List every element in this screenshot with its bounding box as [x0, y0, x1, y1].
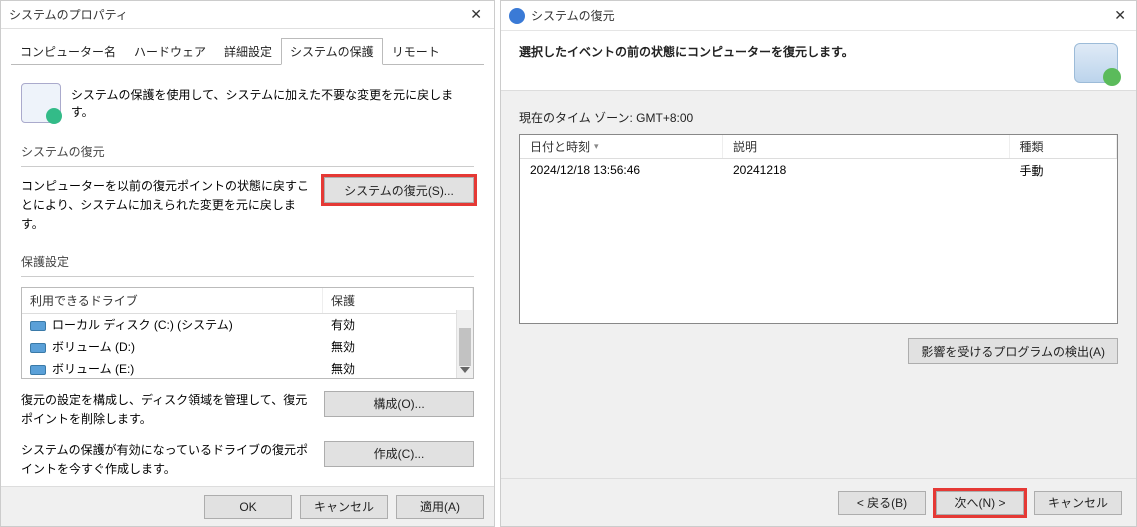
- drive-icon: [30, 343, 46, 353]
- wizard-header: 選択したイベントの前の状態にコンピューターを復元します。: [501, 31, 1136, 91]
- create-restore-point-button[interactable]: 作成(C)...: [324, 441, 474, 467]
- cancel-button[interactable]: キャンセル: [1034, 491, 1122, 515]
- scan-affected-programs-button[interactable]: 影響を受けるプログラムの検出(A): [908, 338, 1118, 364]
- tab-remote[interactable]: リモート: [383, 38, 449, 65]
- shield-drive-icon: [21, 83, 61, 123]
- col-header-type[interactable]: 種類: [1010, 135, 1117, 158]
- col-header-drive[interactable]: 利用できるドライブ: [22, 288, 323, 313]
- drive-status: 無効: [323, 336, 473, 357]
- tab-panel: システムの保護を使用して、システムに加えた不要な変更を元に戻します。 システムの…: [1, 65, 494, 507]
- back-button[interactable]: < 戻る(B): [838, 491, 926, 515]
- restore-icon: [1074, 43, 1118, 83]
- group-label-restore: システムの復元: [21, 143, 474, 160]
- group-label-protect: 保護設定: [21, 253, 474, 270]
- configure-button[interactable]: 構成(O)...: [324, 391, 474, 417]
- drives-header: 利用できるドライブ 保護: [22, 288, 473, 314]
- restore-points-list[interactable]: 日付と時刻▾ 説明 種類 2024/12/18 13:56:46 2024121…: [519, 134, 1118, 324]
- intro-row: システムの保護を使用して、システムに加えた不要な変更を元に戻します。: [21, 83, 474, 123]
- restore-row: コンピューターを以前の復元ポイントの状態に戻すことにより、システムに加えられた変…: [21, 177, 474, 235]
- restore-point-row[interactable]: 2024/12/18 13:56:46 20241218 手動: [520, 159, 1117, 181]
- drive-icon: [30, 365, 46, 375]
- drive-name: ローカル ディスク (C:) (システム): [22, 314, 323, 335]
- tab-computer-name[interactable]: コンピューター名: [11, 38, 125, 65]
- wizard-body: 現在のタイム ゾーン: GMT+8:00 日付と時刻▾ 説明 種類 2024/1…: [501, 91, 1136, 478]
- drive-name: ボリューム (D:): [22, 336, 323, 357]
- window-title-left: システムのプロパティ: [9, 6, 466, 23]
- apply-button[interactable]: 適用(A): [396, 495, 484, 519]
- create-text: システムの保護が有効になっているドライブの復元ポイントを今すぐ作成します。: [21, 441, 314, 479]
- drive-icon: [30, 321, 46, 331]
- drive-row[interactable]: ボリューム (E:) 無効: [22, 358, 473, 379]
- window-title-right: システムの復元: [531, 7, 1110, 24]
- close-icon[interactable]: ✕: [466, 6, 486, 23]
- drive-name: ボリューム (E:): [22, 358, 323, 379]
- divider: [21, 276, 474, 277]
- divider: [21, 166, 474, 167]
- system-properties-dialog: システムのプロパティ ✕ コンピューター名 ハードウェア 詳細設定 システムの保…: [0, 0, 495, 527]
- affected-programs-row: 影響を受けるプログラムの検出(A): [519, 338, 1118, 364]
- sort-indicator-icon: ▾: [594, 141, 599, 152]
- drive-row[interactable]: ローカル ディスク (C:) (システム) 有効: [22, 314, 473, 336]
- dialog-footer-left: OK キャンセル 適用(A): [1, 486, 494, 526]
- scroll-thumb[interactable]: [459, 328, 471, 366]
- intro-text: システムの保護を使用して、システムに加えた不要な変更を元に戻します。: [71, 86, 474, 120]
- create-row: システムの保護が有効になっているドライブの復元ポイントを今すぐ作成します。 作成…: [21, 441, 474, 479]
- tab-hardware[interactable]: ハードウェア: [125, 38, 215, 65]
- dialog-footer-right: < 戻る(B) 次へ(N) > キャンセル: [501, 478, 1136, 526]
- restore-text: コンピューターを以前の復元ポイントの状態に戻すことにより、システムに加えられた変…: [21, 177, 314, 235]
- system-restore-button[interactable]: システムの復元(S)...: [324, 177, 474, 203]
- scrollbar-vertical[interactable]: [456, 310, 473, 378]
- titlebar-right[interactable]: システムの復元 ✕: [501, 1, 1136, 31]
- timezone-line: 現在のタイム ゾーン: GMT+8:00: [519, 109, 1118, 126]
- configure-text: 復元の設定を構成し、ディスク領域を管理して、復元ポイントを削除します。: [21, 391, 314, 429]
- tab-system-protection[interactable]: システムの保護: [281, 38, 383, 65]
- list-header: 日付と時刻▾ 説明 種類: [520, 135, 1117, 159]
- tab-advanced[interactable]: 詳細設定: [215, 38, 281, 65]
- configure-row: 復元の設定を構成し、ディスク領域を管理して、復元ポイントを削除します。 構成(O…: [21, 391, 474, 429]
- drive-status: 無効: [323, 358, 473, 379]
- cell-description: 20241218: [723, 163, 1010, 177]
- cell-date: 2024/12/18 13:56:46: [520, 163, 723, 177]
- tab-strip: コンピューター名 ハードウェア 詳細設定 システムの保護 リモート: [11, 37, 484, 65]
- col-header-date[interactable]: 日付と時刻▾: [520, 135, 723, 158]
- titlebar-left[interactable]: システムのプロパティ ✕: [1, 1, 494, 29]
- close-icon[interactable]: ✕: [1110, 7, 1130, 24]
- system-restore-wizard: システムの復元 ✕ 選択したイベントの前の状態にコンピューターを復元します。 現…: [500, 0, 1137, 527]
- col-header-description[interactable]: 説明: [723, 135, 1010, 158]
- drive-status: 有効: [323, 314, 473, 335]
- scroll-up-icon[interactable]: [460, 315, 470, 321]
- ok-button[interactable]: OK: [204, 495, 292, 519]
- scroll-down-icon[interactable]: [460, 367, 470, 373]
- group-system-restore: システムの復元 コンピューターを以前の復元ポイントの状態に戻すことにより、システ…: [21, 143, 474, 235]
- cell-type: 手動: [1010, 162, 1117, 179]
- drive-row[interactable]: ボリューム (D:) 無効: [22, 336, 473, 358]
- next-button[interactable]: 次へ(N) >: [936, 491, 1024, 515]
- wizard-heading: 選択したイベントの前の状態にコンピューターを復元します。: [519, 43, 1074, 60]
- app-icon: [509, 8, 525, 24]
- group-protection-settings: 保護設定 利用できるドライブ 保護 ローカル ディスク (C:) (システム) …: [21, 253, 474, 480]
- drives-table[interactable]: 利用できるドライブ 保護 ローカル ディスク (C:) (システム) 有効 ボリ…: [21, 287, 474, 379]
- col-header-protection[interactable]: 保護: [323, 288, 473, 313]
- cancel-button[interactable]: キャンセル: [300, 495, 388, 519]
